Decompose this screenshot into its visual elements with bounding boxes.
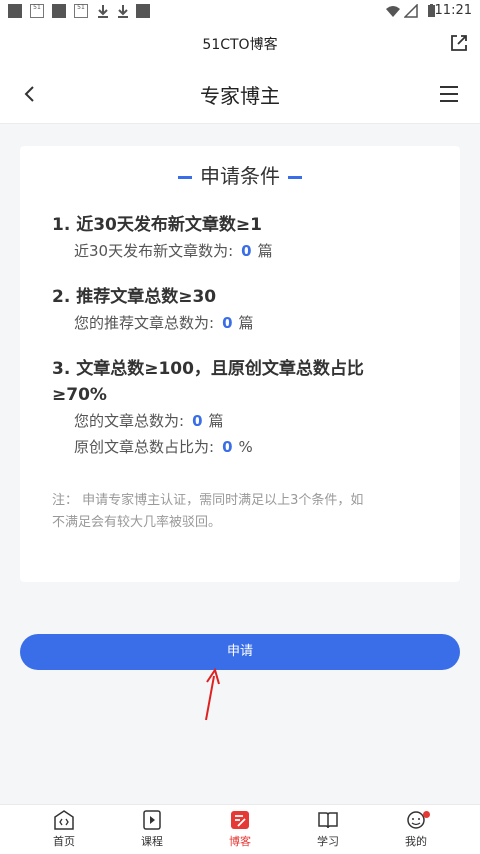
tab-label: 课程 bbox=[141, 835, 163, 848]
condition-unit: % bbox=[238, 438, 253, 456]
tab-home[interactable]: 首页 bbox=[34, 809, 94, 849]
book-icon bbox=[318, 812, 338, 829]
header-dash bbox=[178, 176, 192, 179]
condition-detail: 原创文章总数占比为: 0% bbox=[52, 434, 432, 460]
app-notification-icon: 51 bbox=[74, 4, 88, 18]
tab-profile[interactable]: 我的 bbox=[386, 809, 446, 849]
condition-title: 2. 推荐文章总数≥30 bbox=[52, 287, 217, 307]
notification-square-icon bbox=[52, 4, 66, 18]
page-title: 专家博主 bbox=[200, 84, 280, 108]
condition-detail: 近30天发布新文章数为: 0 篇 bbox=[52, 238, 432, 264]
card-header-title: 申请条件 bbox=[200, 164, 280, 188]
condition-value: 0 bbox=[222, 438, 233, 456]
signal-icon bbox=[404, 4, 418, 18]
condition-unit: 篇 bbox=[208, 412, 224, 430]
tab-label: 我的 bbox=[405, 835, 427, 848]
status-bar: 51 51 11:21 bbox=[0, 0, 480, 24]
app-bar: 51CTO博客 bbox=[0, 24, 480, 64]
app-title: 51CTO博客 bbox=[202, 37, 278, 53]
note-line: 不满足会有较大几率被驳回。 bbox=[52, 515, 222, 530]
condition-value: 0 bbox=[241, 242, 252, 260]
notification-dot bbox=[423, 811, 430, 818]
app-notification-label: 51 bbox=[77, 4, 85, 11]
condition-item: 1. 近30天发布新文章数≥1 近30天发布新文章数为: 0 篇 bbox=[52, 212, 432, 264]
condition-label: 您的推荐文章总数为: bbox=[74, 314, 215, 332]
note-line: 注： 申请专家博主认证，需同时满足以上3个条件，如 bbox=[52, 493, 364, 508]
blog-icon bbox=[231, 811, 249, 829]
condition-detail: 您的推荐文章总数为: 0 篇 bbox=[52, 310, 432, 336]
header-dash bbox=[288, 176, 302, 179]
condition-item: 2. 推荐文章总数≥30 您的推荐文章总数为: 0 篇 bbox=[52, 284, 432, 336]
tab-label: 博客 bbox=[229, 835, 251, 848]
download-icon bbox=[98, 5, 108, 18]
conditions-card: 申请条件 1. 近30天发布新文章数≥1 近30天发布新文章数为: 0 篇 2. 推… bbox=[20, 146, 460, 582]
wifi-icon bbox=[386, 6, 400, 17]
condition-unit: 篇 bbox=[257, 242, 273, 260]
apply-button[interactable]: 申请 bbox=[20, 634, 460, 670]
tab-study[interactable]: 学习 bbox=[298, 809, 358, 849]
notification-square-icon bbox=[136, 4, 150, 18]
condition-label: 原创文章总数占比为: bbox=[74, 438, 215, 456]
nav-bar: 专家博主 bbox=[0, 64, 480, 124]
condition-title: 3. 文章总数≥100，且原创文章总数占比 bbox=[52, 359, 364, 379]
card-header: 申请条件 bbox=[20, 160, 460, 189]
status-time: 11:21 bbox=[434, 3, 472, 18]
notification-square-icon bbox=[8, 4, 22, 18]
course-icon bbox=[143, 810, 161, 830]
annotation-arrow-icon bbox=[205, 667, 220, 721]
condition-item: 3. 文章总数≥100，且原创文章总数占比 ≥70% 您的文章总数为: 0 篇 原创… bbox=[52, 356, 432, 460]
app-notification-icon: 51 bbox=[30, 4, 44, 18]
bottom-tab-bar: 首页 课程 博客 学习 我的 bbox=[0, 804, 480, 854]
condition-title-continued: ≥70% bbox=[52, 385, 107, 405]
tab-blog[interactable]: 博客 bbox=[210, 809, 270, 849]
download-icon bbox=[118, 5, 128, 18]
condition-value: 0 bbox=[222, 314, 233, 332]
app-notification-label: 51 bbox=[33, 4, 41, 11]
condition-title: 1. 近30天发布新文章数≥1 bbox=[52, 215, 262, 235]
share-icon[interactable] bbox=[448, 32, 470, 54]
condition-detail: 您的文章总数为: 0 篇 bbox=[52, 408, 432, 434]
tab-label: 学习 bbox=[317, 835, 339, 848]
condition-label: 近30天发布新文章数为: bbox=[74, 242, 234, 260]
tab-label: 首页 bbox=[53, 835, 75, 848]
note-text: 注： 申请专家博主认证，需同时满足以上3个条件，如 不满足会有较大几率被驳回。 bbox=[52, 490, 428, 534]
condition-label: 您的文章总数为: bbox=[74, 412, 185, 430]
menu-icon[interactable] bbox=[438, 83, 460, 105]
home-icon bbox=[54, 810, 74, 830]
tab-course[interactable]: 课程 bbox=[122, 809, 182, 849]
condition-value: 0 bbox=[192, 412, 203, 430]
condition-unit: 篇 bbox=[238, 314, 254, 332]
